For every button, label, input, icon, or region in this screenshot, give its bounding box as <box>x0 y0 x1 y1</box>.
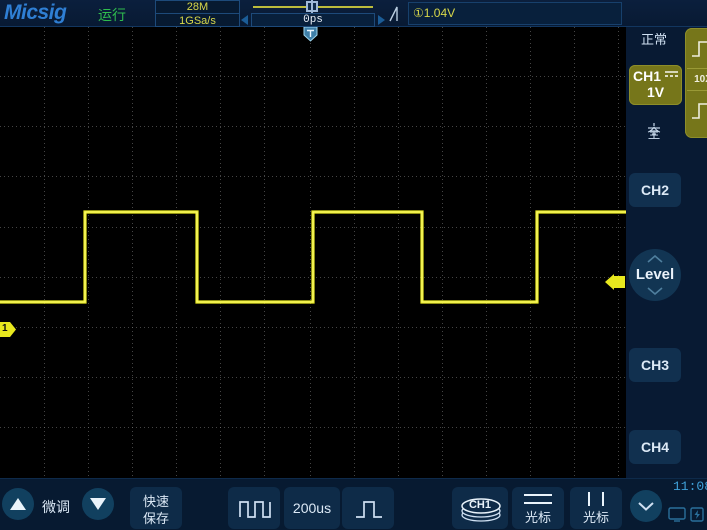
bandwidth-label[interactable]: 全 <box>626 123 682 142</box>
trigger-level-readout[interactable]: ①1.04V <box>408 2 622 25</box>
memory-position-bar[interactable] <box>248 0 378 16</box>
clock-label: 11:08 <box>673 479 707 494</box>
down-arrow-icon <box>90 498 106 510</box>
waveform-display[interactable]: 1 <box>0 27 626 478</box>
increase-button[interactable] <box>2 488 34 520</box>
pulse-wave-icon <box>355 499 383 519</box>
oscilloscope-screen: Micsig 运行 28M 1GSa/s 0ps ①1.04V 1 正常 CH1… <box>0 0 707 530</box>
timebase-button[interactable]: 200us <box>284 487 340 529</box>
horizontal-cursor-label: 光标 <box>524 510 551 525</box>
channel-select-button[interactable]: CH1 <box>452 487 508 529</box>
trigger-level-value: 1.04V <box>423 6 456 20</box>
header-bar: Micsig 运行 28M 1GSa/s 0ps ①1.04V <box>0 0 707 27</box>
display-icon[interactable] <box>668 507 686 523</box>
trigger-level-button[interactable]: Level <box>629 249 681 301</box>
chevron-down-icon <box>647 287 663 295</box>
sidebar-item-ch3[interactable]: CH3 <box>629 348 681 382</box>
rising-edge-icon[interactable] <box>388 5 404 23</box>
quick-save-line2: 保存 <box>142 511 169 526</box>
memory-depth-readout[interactable]: 28M <box>155 0 240 14</box>
expand-toolbar-button[interactable] <box>630 490 662 522</box>
trigger-type-button[interactable] <box>342 487 394 529</box>
sidebar-item-ch2[interactable]: CH2 <box>629 173 681 207</box>
chevron-down-icon <box>638 502 654 511</box>
sidebar-item-ch4[interactable]: CH4 <box>629 430 681 464</box>
memory-bar-handle[interactable] <box>306 0 318 16</box>
panel-divider <box>687 68 707 69</box>
channel-stack-label: CH1 <box>468 499 491 511</box>
bottom-toolbar: 微调 快速 保存 200us CH1 光标 光标 11:0 <box>0 478 707 530</box>
trigger-channel-symbol: ① <box>413 6 424 20</box>
panel-divider <box>687 90 707 91</box>
fine-tune-label[interactable]: 微调 <box>42 497 70 517</box>
battery-charging-icon[interactable] <box>690 507 704 523</box>
trigger-level-button-label: Level <box>635 266 675 283</box>
ch1-waveform-trace <box>0 210 626 304</box>
horizontal-position-readout[interactable]: 0ps <box>251 13 375 27</box>
quick-save-line1: 快速 <box>142 494 169 509</box>
up-arrow-icon <box>10 498 26 510</box>
run-status-label: 运行 <box>98 7 126 23</box>
right-sidebar: 正常 CH1 1V 全 10X <box>626 27 707 478</box>
brand-logo: Micsig <box>4 1 67 24</box>
pulse-wave-icon[interactable] <box>691 38 707 60</box>
horizontal-cursor-button[interactable]: 光标 <box>512 487 564 529</box>
pulse-wave-icon[interactable] <box>691 100 707 122</box>
decrease-button[interactable] <box>82 488 114 520</box>
sample-rate-readout[interactable]: 1GSa/s <box>155 13 240 27</box>
square-wave-icon <box>239 499 271 519</box>
horizontal-cursor-icon <box>523 492 553 506</box>
ch1-marker-label: 1 <box>2 323 8 334</box>
ch1-ground-marker[interactable]: 1 <box>0 322 16 337</box>
attenuation-label: 10X <box>694 74 707 85</box>
ch1-badge-scale: 1V <box>646 84 665 100</box>
ch1-badge-name: CH1 <box>633 68 662 84</box>
vertical-cursor-icon <box>584 491 608 507</box>
trigger-level-arrow-icon[interactable] <box>605 274 625 290</box>
chevron-up-icon <box>647 255 663 263</box>
trigger-position-marker[interactable] <box>303 27 318 42</box>
position-right-arrow-icon[interactable] <box>378 15 385 25</box>
trigger-mode-label[interactable]: 正常 <box>626 29 682 48</box>
vertical-cursor-button[interactable]: 光标 <box>570 487 622 529</box>
quick-save-button[interactable]: 快速 保存 <box>130 487 182 529</box>
ch1-channel-badge[interactable]: CH1 1V <box>629 65 682 105</box>
probe-attenuation-panel[interactable]: 10X <box>685 28 707 138</box>
dc-coupling-icon <box>665 70 678 78</box>
vertical-cursor-label: 光标 <box>582 510 609 525</box>
position-left-arrow-icon[interactable] <box>241 15 248 25</box>
waveform-type-button[interactable] <box>228 487 280 529</box>
